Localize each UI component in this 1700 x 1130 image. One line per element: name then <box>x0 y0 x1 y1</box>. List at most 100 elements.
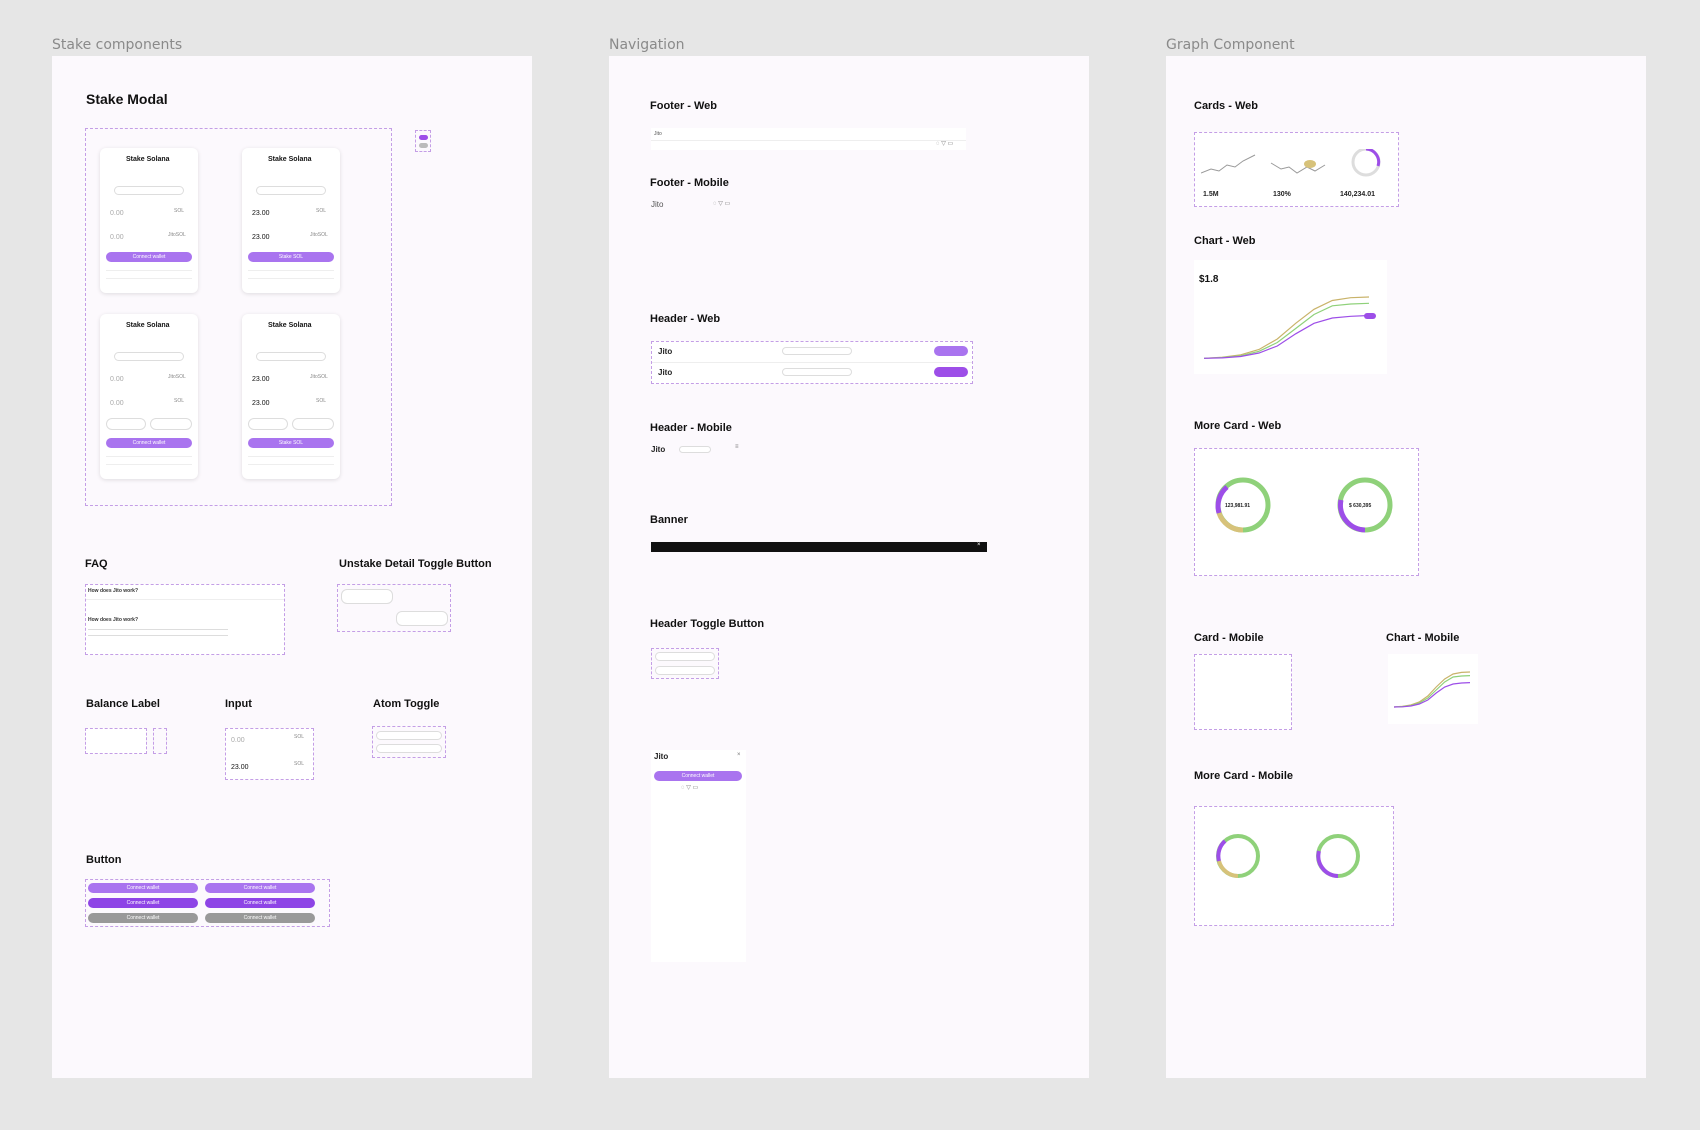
close-icon[interactable]: × <box>737 752 741 758</box>
amount-input[interactable]: 0.00 <box>110 376 124 383</box>
stake-unstake-toggle[interactable] <box>114 352 184 361</box>
frame-label-stake: Stake components <box>52 37 183 53</box>
button-default[interactable]: Connect wallet <box>88 883 198 893</box>
token-jitosol: JitoSOL <box>310 374 328 380</box>
unstake-option-immediate[interactable] <box>292 418 334 430</box>
button-hover-icon[interactable]: Connect wallet <box>205 898 315 908</box>
modal-title: Stake Solana <box>126 322 170 329</box>
stake-sol-button[interactable]: Stake SOL <box>248 438 334 448</box>
input-set: 0.00 SOL 23.00 SOL <box>225 728 314 780</box>
connect-wallet-button[interactable]: Connect wallet <box>106 252 192 262</box>
section-title-unstake-toggle: Unstake Detail Toggle Button <box>339 558 492 570</box>
header-web-set: Jito Jito <box>651 341 973 384</box>
footer-brand: Jito <box>654 131 662 137</box>
social-icons[interactable]: ◌ ▽ ▭ <box>936 140 953 147</box>
section-title-chart-web: Chart - Web <box>1194 235 1256 247</box>
section-title-footer-mobile: Footer - Mobile <box>650 177 729 189</box>
connect-wallet-button[interactable]: Connect wallet <box>106 438 192 448</box>
unstake-modal-connect: Stake Solana 0.00 JitoSOL 0.00 SOL Conne… <box>100 314 198 479</box>
max-chip-set <box>153 728 167 754</box>
chart-series-2 <box>1204 314 1369 359</box>
input-token-sol: SOL <box>294 734 305 740</box>
donut-value-2: $ 630,395 <box>1349 503 1372 509</box>
card-value-2: 130% <box>1273 191 1291 198</box>
chart-tooltip <box>1364 313 1376 319</box>
modal-title: Stake Solana <box>126 156 170 163</box>
input-token-sol-2: SOL <box>294 761 305 767</box>
frame-label-navigation: Navigation <box>609 37 685 53</box>
atom-toggle-set <box>372 726 446 758</box>
token-sol: SOL <box>316 398 327 404</box>
toggle-off-icon[interactable] <box>419 143 428 148</box>
atom-toggle-stake[interactable] <box>376 731 442 740</box>
atom-toggle-unstake[interactable] <box>376 744 442 753</box>
card-mobile-set <box>1194 654 1292 730</box>
header-mobile-brand: Jito <box>651 445 666 454</box>
banner-close-icon[interactable]: × <box>977 542 981 548</box>
header-toggle-b[interactable] <box>655 666 715 675</box>
banner: × <box>651 542 987 552</box>
card-value-3: 140,234.01 <box>1340 191 1376 198</box>
faq-list: How does Jito work? How does Jito work? <box>85 584 285 655</box>
modal-title: Stake Solana <box>268 322 312 329</box>
cards-web-set: 1.5M 130% 140,234.01 <box>1194 132 1399 207</box>
section-title-header-mobile: Header - Mobile <box>650 422 732 434</box>
unstake-delay-selected[interactable] <box>341 589 393 604</box>
more-card-mobile-set <box>1194 806 1394 926</box>
donut-mobile-tvl <box>1216 834 1260 878</box>
stake-sol-button[interactable]: Stake SOL <box>248 252 334 262</box>
chart-series-0 <box>1394 671 1470 708</box>
amount-input[interactable]: 23.00 <box>252 210 270 217</box>
section-title-header-web: Header - Web <box>650 313 721 325</box>
chart-mobile-lines <box>1394 671 1470 708</box>
input-filled[interactable]: 23.00 <box>231 764 249 771</box>
toggle-on-icon[interactable] <box>419 135 428 140</box>
stake-modal-connect: Stake Solana 0.00 SOL 0.00 JitoSOL Conne… <box>100 148 198 293</box>
chart-mobile <box>1388 654 1478 724</box>
amount-input[interactable]: 23.00 <box>252 376 270 383</box>
footer-mobile-brand: Jito <box>651 200 664 209</box>
token-sol: SOL <box>316 208 327 214</box>
button-default-icon[interactable]: Connect wallet <box>205 883 315 893</box>
unstake-modal-stake: Stake Solana 23.00 JitoSOL 23.00 SOL Sta… <box>242 314 340 479</box>
section-title-faq: FAQ <box>85 558 108 570</box>
social-icons-menu[interactable]: ◌ ▽ ▭ <box>681 784 698 791</box>
modal-title: Stake Solana <box>268 156 312 163</box>
unstake-immediate-selected[interactable] <box>396 611 448 626</box>
faq-question-1[interactable]: How does Jito work? <box>88 588 138 594</box>
header-toggle-a[interactable] <box>655 652 715 661</box>
stake-unstake-toggle[interactable] <box>256 352 326 361</box>
section-title-atom-toggle: Atom Toggle <box>373 698 440 710</box>
header-wallet-button[interactable] <box>934 367 968 377</box>
stake-modal-stake: Stake Solana 23.00 SOL 23.00 JitoSOL Sta… <box>242 148 340 293</box>
header-mobile-toggle[interactable] <box>679 446 711 453</box>
faq-question-2[interactable]: How does Jito work? <box>88 617 138 623</box>
social-icons-mobile[interactable]: ◌ ▽ ▭ <box>713 200 730 207</box>
amount-input[interactable]: 0.00 <box>110 210 124 217</box>
toggle-variants <box>415 130 431 152</box>
stake-unstake-toggle[interactable] <box>256 186 326 195</box>
card-value-1: 1.5M <box>1203 191 1219 198</box>
chart-series-0 <box>1204 296 1369 359</box>
button-hover[interactable]: Connect wallet <box>88 898 198 908</box>
unstake-toggle-variants <box>337 584 451 632</box>
balance-label-set <box>85 728 147 754</box>
unstake-option-delay[interactable] <box>248 418 288 430</box>
section-title-balance-label: Balance Label <box>86 698 160 710</box>
section-title-card-mobile: Card - Mobile <box>1194 632 1264 644</box>
chart-total: $1.8 <box>1199 274 1219 285</box>
header-connect-button[interactable] <box>934 346 968 356</box>
mobile-connect-button[interactable]: Connect wallet <box>654 771 742 781</box>
header-toggle-2[interactable] <box>782 368 852 376</box>
footer-mobile: Jito ◌ ▽ ▭ <box>651 200 751 250</box>
chart-lines <box>1204 296 1369 359</box>
unstake-option-immediate[interactable] <box>150 418 192 430</box>
unstake-option-delay[interactable] <box>106 418 146 430</box>
header-mobile: Jito ≡ <box>651 444 751 458</box>
stake-unstake-toggle[interactable] <box>114 186 184 195</box>
input-empty[interactable]: 0.00 <box>231 737 245 744</box>
header-toggle[interactable] <box>782 347 852 355</box>
mobile-menu: Jito × Connect wallet ◌ ▽ ▭ <box>651 750 746 962</box>
menu-icon[interactable]: ≡ <box>735 444 739 450</box>
button-disabled: Connect wallet <box>88 913 198 923</box>
